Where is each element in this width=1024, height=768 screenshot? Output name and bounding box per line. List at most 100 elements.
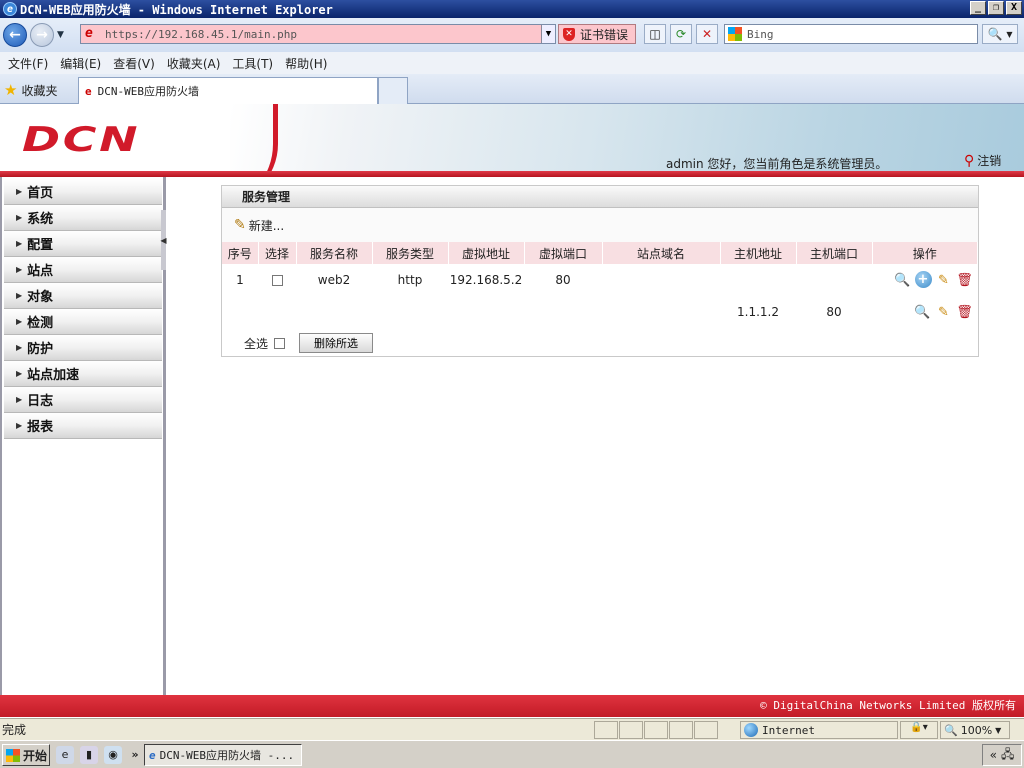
menu-favorites[interactable]: 收藏夹(A) — [167, 55, 221, 72]
sidebar-item-object[interactable]: ▶ 对象 — [4, 283, 162, 309]
sidebar-item-label: 对象 — [27, 290, 54, 305]
triangle-right-icon: ▶ — [16, 291, 23, 300]
logout-link[interactable]: ⚲ 注销 — [964, 152, 1001, 169]
close-window-button[interactable]: X — [1006, 1, 1022, 15]
window-controls: _ ❐ X — [970, 1, 1022, 15]
menu-edit[interactable]: 编辑(E) — [60, 55, 101, 72]
search-box[interactable]: Bing — [724, 24, 978, 44]
logout-label: 注销 — [977, 154, 1002, 168]
col-header-vaddr: 虚拟地址 — [448, 242, 525, 264]
menu-help[interactable]: 帮助(H) — [285, 55, 327, 72]
quicklaunch-ie-icon[interactable]: e — [56, 746, 74, 764]
cell-hport — [796, 264, 872, 296]
sidebar-item-config[interactable]: ▶ 配置 — [4, 231, 162, 257]
triangle-right-icon: ▶ — [16, 395, 23, 404]
delete-selected-button[interactable]: 删除所选 — [299, 333, 374, 353]
cell-vaddr — [448, 296, 524, 328]
address-bar[interactable]: e https://192.168.45.1/main.php ▼ — [80, 24, 556, 44]
sidebar-item-protection[interactable]: ▶ 防护 — [4, 335, 162, 361]
sidebar-item-home[interactable]: ▶ 首页 — [4, 179, 162, 205]
search-options-icon: ▼ — [1006, 29, 1013, 39]
table-row: 1 web2 http 192.168.5.2 80 🔍 + ✎ 🗑 — [222, 264, 978, 296]
sidebar-item-label: 日志 — [27, 394, 54, 409]
triangle-right-icon: ▶ — [16, 213, 23, 222]
menu-tools[interactable]: 工具(T) — [232, 55, 273, 72]
refresh-icon[interactable]: ⟳ — [670, 24, 692, 44]
address-dropdown-icon[interactable]: ▼ — [541, 25, 555, 43]
minimize-button[interactable]: _ — [970, 1, 986, 15]
delete-icon[interactable]: 🗑 — [956, 303, 974, 321]
star-icon: ★ — [4, 81, 18, 99]
cell-domain — [602, 264, 720, 296]
restore-button[interactable]: ❐ — [988, 1, 1004, 15]
window-titlebar: e DCN-WEB应用防火墙 - Windows Internet Explor… — [0, 0, 1024, 18]
new-service-button[interactable]: ✎ 新建... — [222, 208, 978, 242]
cell-no: 1 — [236, 273, 244, 287]
history-dropdown-icon[interactable]: ▼ — [57, 30, 69, 40]
cell-vaddr: 192.168.5.2 — [449, 273, 523, 287]
welcome-text: admin 您好，您当前角色是系统管理员。 — [666, 157, 888, 171]
sidebar-item-log[interactable]: ▶ 日志 — [4, 387, 162, 413]
bulk-actions: 全选 删除所选 — [222, 328, 978, 358]
security-zone[interactable]: Internet — [740, 721, 898, 739]
quicklaunch-app-icon[interactable]: ◉ — [104, 746, 122, 764]
delete-icon[interactable]: 🗑 — [956, 271, 974, 289]
favorites-button[interactable]: ★ 收藏夹 — [4, 81, 57, 99]
favorites-bar: ★ 收藏夹 e DCN-WEB应用防火墙 — [0, 74, 1024, 104]
view-details-icon[interactable]: 🔍 — [914, 303, 932, 321]
zoom-level: 100% — [960, 723, 993, 737]
windows-flag-icon — [6, 748, 20, 762]
quicklaunch-more-icon[interactable]: » — [126, 746, 144, 764]
edit-icon[interactable]: ✎ — [935, 271, 953, 289]
row-actions: 🔍 ✎ 🗑 — [872, 303, 978, 321]
compatibility-icon[interactable]: ◫ — [644, 24, 666, 44]
view-details-icon[interactable]: 🔍 — [894, 271, 912, 289]
triangle-right-icon: ▶ — [16, 239, 23, 248]
sidebar-collapse-handle[interactable]: ◀ — [160, 210, 167, 270]
col-header-name: 服务名称 — [296, 242, 373, 264]
row-select-checkbox[interactable] — [271, 275, 283, 286]
menu-file[interactable]: 文件(F) — [8, 55, 48, 72]
copyright-footer: © DigitalChina Networks Limited 版权所有 — [0, 695, 1024, 717]
bing-logo-icon — [728, 27, 742, 41]
magnifier-icon: 🔍 — [987, 27, 1003, 41]
col-header-vport: 虚拟端口 — [524, 242, 603, 264]
stop-icon[interactable]: ✕ — [696, 24, 718, 44]
ie-logo-icon: e — [3, 2, 17, 16]
quicklaunch-server-icon[interactable]: ▮ — [80, 746, 98, 764]
start-button[interactable]: 开始 — [2, 744, 50, 766]
panel-title: 服务管理 — [222, 186, 978, 208]
sidebar-item-report[interactable]: ▶ 报表 — [4, 413, 162, 439]
cell-no — [222, 296, 258, 328]
shield-warning-icon: ✕ — [563, 27, 575, 41]
browser-tab[interactable]: e DCN-WEB应用防火墙 — [78, 77, 378, 104]
add-host-icon[interactable]: + — [914, 271, 932, 288]
status-text: 完成 — [2, 723, 27, 737]
dcn-logo: DCN — [22, 120, 141, 160]
menu-bar: 文件(F) 编辑(E) 查看(V) 收藏夹(A) 工具(T) 帮助(H) — [0, 52, 1024, 74]
sidebar-item-system[interactable]: ▶ 系统 — [4, 205, 162, 231]
menu-view[interactable]: 查看(V) — [113, 55, 155, 72]
taskbar-item-ie[interactable]: e DCN-WEB应用防火墙 -... — [144, 744, 302, 766]
sidebar-item-label: 防护 — [27, 342, 54, 357]
taskbar-ie-icon: e — [149, 748, 156, 762]
network-tray-icon[interactable]: 🖧 — [1001, 745, 1014, 766]
protected-mode-icon[interactable]: 🔒▾ — [900, 721, 938, 739]
zoom-control[interactable]: 🔍 100% ▼ — [940, 721, 1010, 739]
new-tab-button[interactable] — [378, 77, 408, 104]
sidebar-item-acceleration[interactable]: ▶ 站点加速 — [4, 361, 162, 387]
certificate-error-button[interactable]: ✕ 证书错误 — [558, 24, 636, 44]
globe-icon — [744, 723, 758, 737]
table-row: 1.1.1.2 80 🔍 ✎ 🗑 — [222, 296, 978, 328]
forward-button[interactable]: → — [30, 23, 54, 47]
sidebar-item-detection[interactable]: ▶ 检测 — [4, 309, 162, 335]
tray-expand-icon[interactable]: « — [990, 748, 997, 762]
cell-domain — [602, 296, 720, 328]
sidebar-item-site[interactable]: ▶ 站点 — [4, 257, 162, 283]
triangle-right-icon: ▶ — [16, 369, 23, 378]
back-button[interactable]: ← — [3, 23, 27, 47]
navigation-toolbar: ← → ▼ e https://192.168.45.1/main.php ▼ … — [0, 18, 1024, 52]
select-all-checkbox[interactable] — [274, 337, 286, 349]
search-button[interactable]: 🔍 ▼ — [982, 24, 1018, 44]
edit-icon[interactable]: ✎ — [935, 303, 953, 321]
